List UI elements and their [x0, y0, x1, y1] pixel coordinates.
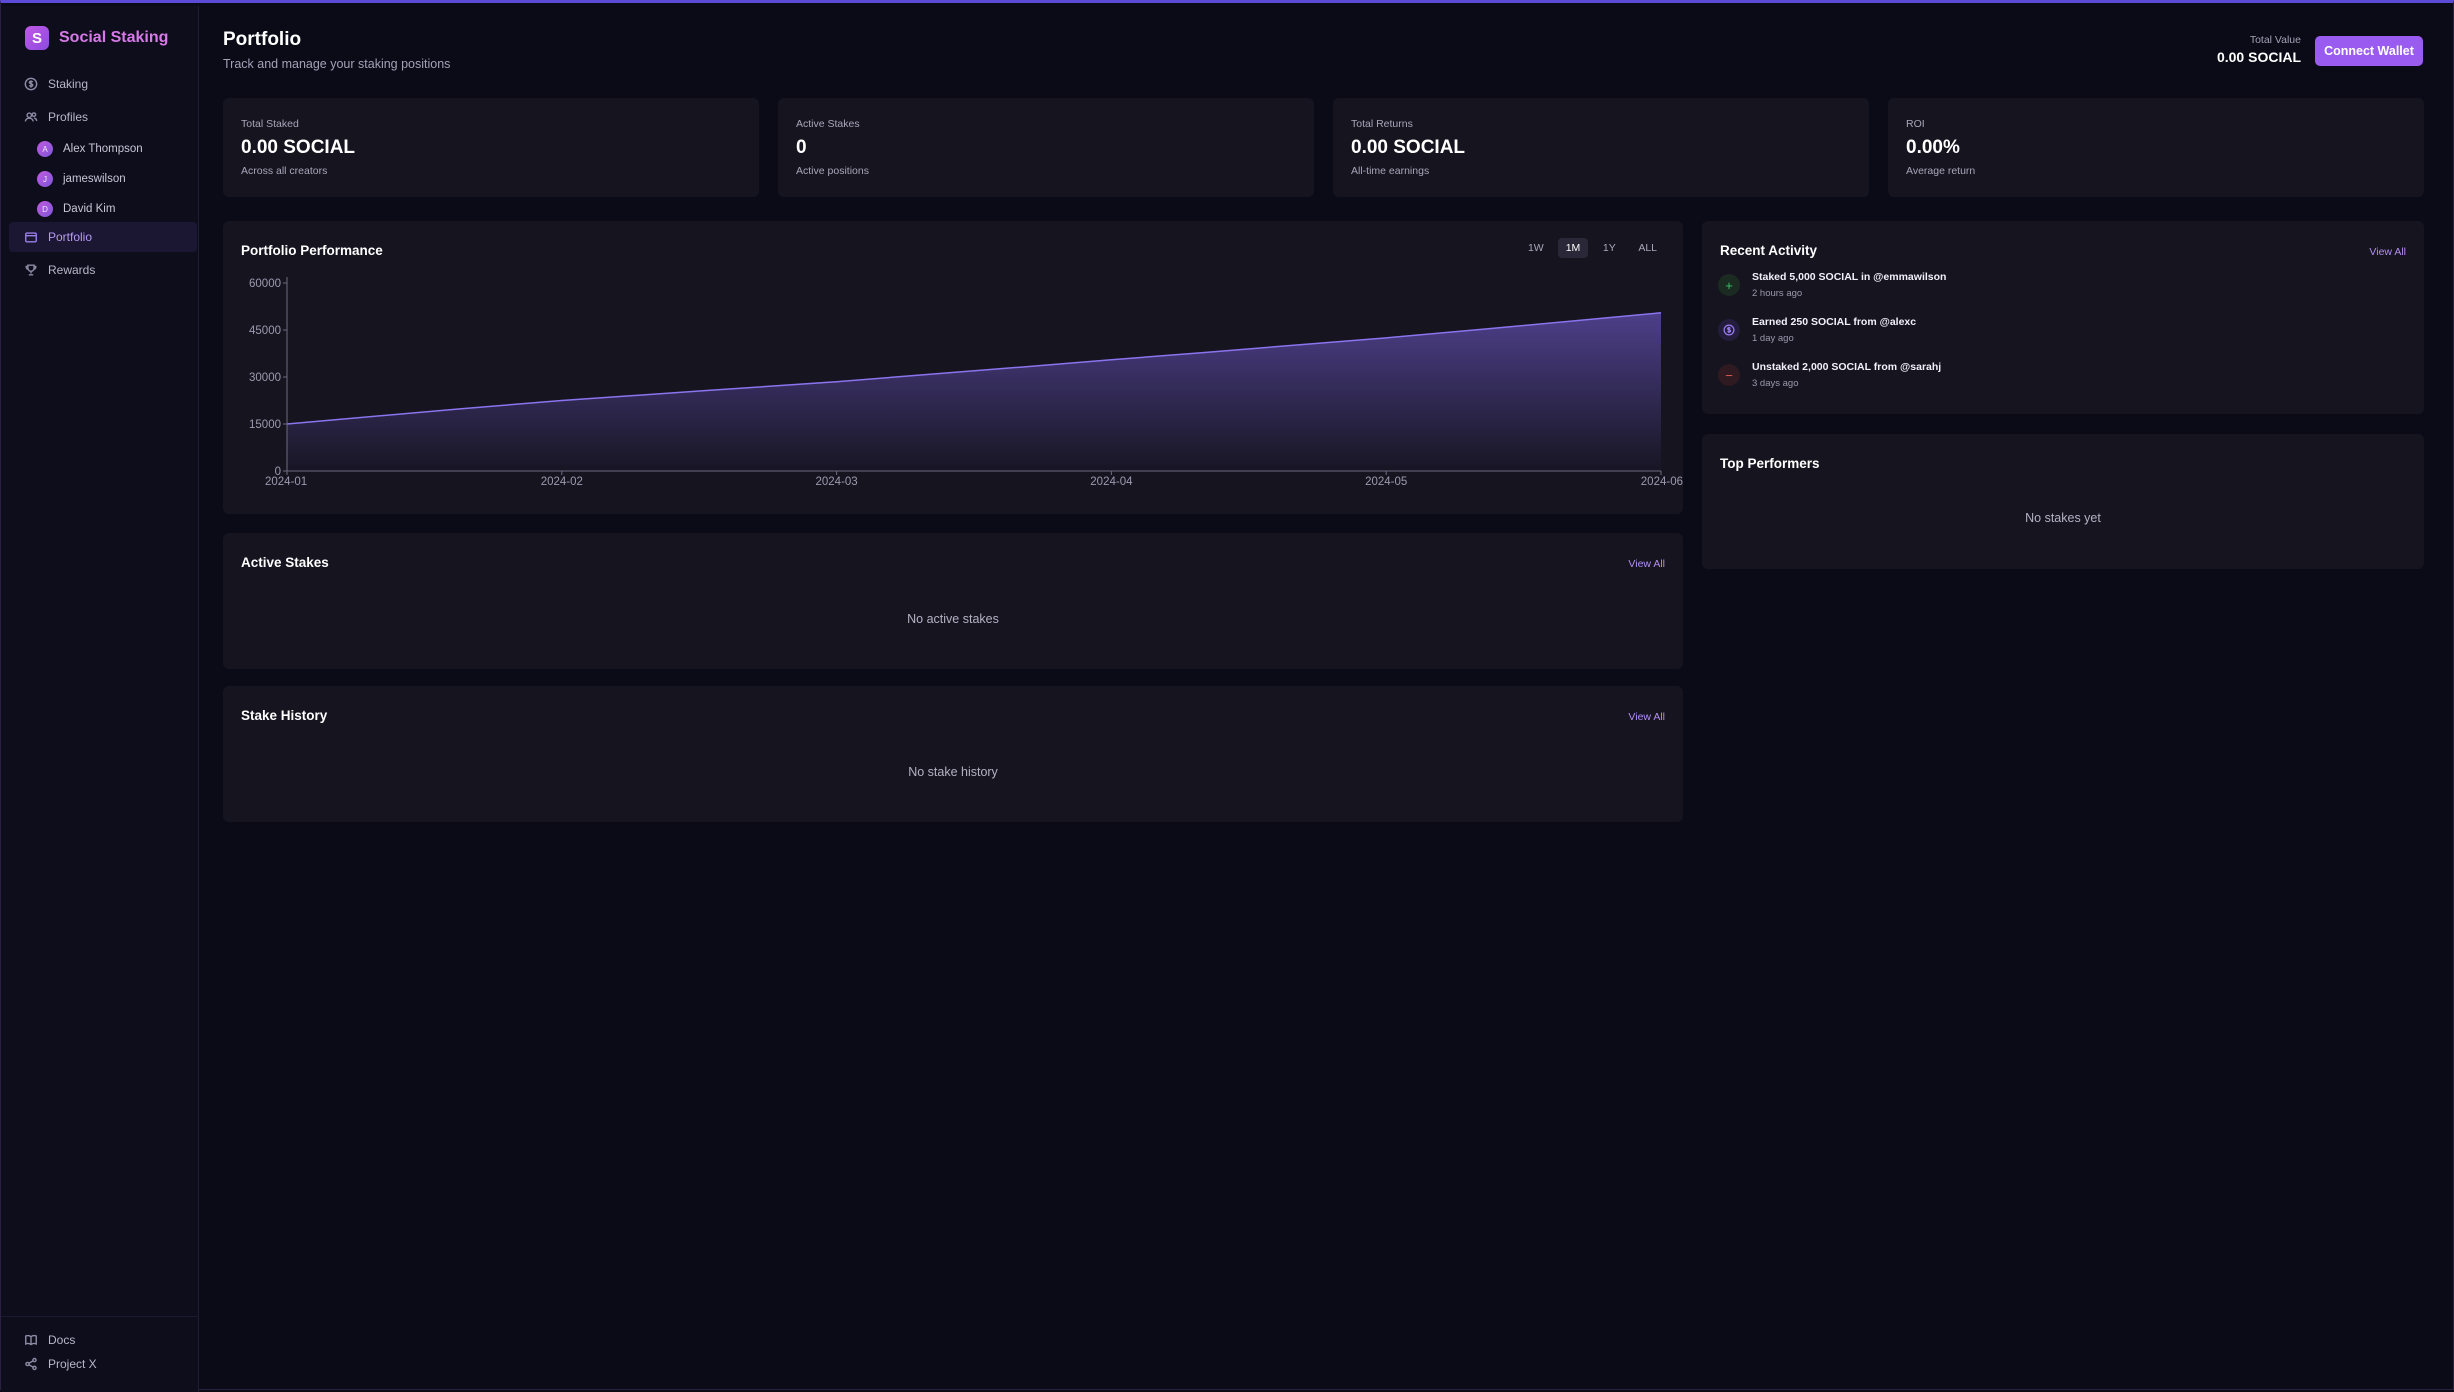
- profile-item-alex-thompson[interactable]: A Alex Thompson: [37, 137, 143, 161]
- active-stakes-card: Active Stakes View All No active stakes: [223, 533, 1683, 669]
- minus-icon: −: [1718, 364, 1740, 386]
- avatar: J: [37, 171, 53, 187]
- stat-subtext: All-time earnings: [1351, 165, 1430, 177]
- stat-card-active-stakes: Active Stakes 0 Active positions: [778, 98, 1314, 197]
- trophy-icon: [25, 264, 37, 276]
- area-fill: [287, 312, 1661, 471]
- sidebar-footer: Docs Project X: [1, 1316, 199, 1371]
- stake-history-view-all-link[interactable]: View All: [1628, 711, 1665, 723]
- performance-chart: 0150003000045000600002024-01 2024-02 2024-…: [249, 277, 1683, 488]
- activity-time: 1 day ago: [1752, 333, 1794, 344]
- dollar-circle-icon: [24, 77, 38, 91]
- x-tick-label: 2024-03: [815, 476, 857, 488]
- app-frame: S Social Staking Staking Profiles A Alex…: [0, 0, 2454, 1392]
- activity-text: Earned 250 SOCIAL from @alexc: [1752, 316, 1917, 328]
- total-value-amount: 0.00 SOCIAL: [2216, 49, 2301, 65]
- stat-card-total-returns: Total Returns 0.00 SOCIAL All-time earni…: [1333, 98, 1869, 197]
- stat-label: ROI: [1906, 118, 1925, 130]
- page-subtitle: Track and manage your staking positions: [223, 57, 451, 71]
- sidebar: S Social Staking Staking Profiles A Alex…: [1, 6, 199, 1392]
- y-tick-label: 15000: [249, 419, 281, 431]
- activity-text: Unstaked 2,000 SOCIAL from @sarahj: [1752, 361, 1942, 373]
- card-title: Top Performers: [1720, 456, 1820, 471]
- sidebar-item-label: Staking: [48, 77, 89, 91]
- sidebar-item-label: Project X: [48, 1357, 97, 1371]
- sidebar-item-rewards[interactable]: Rewards: [9, 255, 197, 285]
- activity-text: Staked 5,000 SOCIAL in @emmawilson: [1752, 271, 1947, 283]
- recent-activity-view-all-link[interactable]: View All: [2369, 246, 2406, 258]
- card-title: Recent Activity: [1720, 243, 1818, 258]
- activity-time: 2 hours ago: [1752, 288, 1803, 299]
- activity-time: 3 days ago: [1752, 378, 1799, 389]
- stat-value: 0.00 SOCIAL: [241, 137, 356, 158]
- stat-label: Total Returns: [1351, 118, 1413, 130]
- stake-history-empty-state: No stake history: [908, 765, 998, 779]
- y-tick-label: 60000: [249, 278, 281, 290]
- page-title: Portfolio: [223, 29, 302, 50]
- profile-name: David Kim: [63, 203, 116, 215]
- activity-item[interactable]: + Staked 5,000 SOCIAL in @emmawilson 2 h…: [1718, 270, 1946, 306]
- stat-value: 0.00 SOCIAL: [1351, 137, 1466, 158]
- brand[interactable]: S Social Staking: [25, 26, 168, 50]
- activity-content: Staked 5,000 SOCIAL in @emmawilson 2 hou…: [1752, 270, 1946, 306]
- users-icon: [24, 112, 38, 122]
- sidebar-item-portfolio[interactable]: Portfolio: [9, 222, 197, 252]
- top-performers-card: Top Performers No stakes yet: [1702, 434, 2424, 569]
- wallet-icon: [25, 232, 37, 243]
- stat-label: Total Staked: [241, 118, 299, 130]
- y-tick-label: 30000: [249, 372, 281, 384]
- connect-wallet-button[interactable]: Connect Wallet: [2315, 36, 2423, 66]
- x-tick-label: 2024-06: [1641, 476, 1683, 488]
- card-title: Active Stakes: [241, 555, 329, 570]
- book-icon: [25, 1334, 37, 1346]
- profile-item-david-kim[interactable]: D David Kim: [37, 197, 115, 221]
- top-performers-empty-state: No stakes yet: [2025, 511, 2101, 525]
- stake-history-card: Stake History View All No stake history: [223, 686, 1683, 822]
- x-tick-label: 2024-05: [1365, 476, 1407, 488]
- share-icon: [25, 1357, 37, 1371]
- sidebar-item-staking[interactable]: Staking: [9, 69, 197, 99]
- recent-activity-card: Recent Activity View All + Staked 5,000 …: [1702, 221, 2424, 414]
- x-tick-label: 2024-01: [265, 476, 307, 488]
- card-title: Stake History: [241, 708, 328, 723]
- stat-subtext: Average return: [1906, 165, 1976, 177]
- sidebar-item-project-x[interactable]: Project X: [9, 1349, 197, 1379]
- sidebar-item-label: Portfolio: [48, 230, 93, 244]
- plus-icon: +: [1718, 274, 1740, 296]
- stat-label: Active Stakes: [796, 118, 860, 130]
- active-stakes-empty-state: No active stakes: [907, 612, 999, 626]
- main-content: Portfolio Track and manage your staking …: [199, 6, 2453, 1389]
- stat-value: 0.00%: [1906, 137, 1960, 158]
- sidebar-item-label: Rewards: [48, 263, 96, 277]
- portfolio-performance-card: Portfolio Performance 1W 1M 1Y ALL 0 1500…: [223, 221, 1683, 514]
- stat-subtext: Active positions: [796, 165, 869, 177]
- stat-subtext: Across all creators: [241, 165, 328, 177]
- avatar: A: [37, 141, 53, 157]
- stat-card-total-staked: Total Staked 0.00 SOCIAL Across all crea…: [223, 98, 759, 197]
- x-tick-label: 2024-02: [541, 476, 583, 488]
- sidebar-item-label: Docs: [48, 1333, 76, 1347]
- stat-card-roi: ROI 0.00% Average return: [1888, 98, 2424, 197]
- total-value: Total Value 0.00 SOCIAL: [2217, 34, 2301, 65]
- total-value-label: Total Value: [2249, 34, 2301, 46]
- profile-name: Alex Thompson: [63, 143, 143, 155]
- activity-item[interactable]: − Unstaked 2,000 SOCIAL from @sarahj 3 d…: [1718, 360, 1941, 396]
- brand-logo: S: [25, 26, 49, 50]
- profile-name: jameswilson: [63, 173, 126, 185]
- avatar: D: [37, 201, 53, 217]
- activity-item[interactable]: Earned 250 SOCIAL from @alexc 1 day ago: [1718, 315, 1916, 351]
- sidebar-item-label: Profiles: [48, 110, 89, 124]
- sidebar-item-profiles[interactable]: Profiles: [9, 102, 197, 132]
- active-stakes-view-all-link[interactable]: View All: [1628, 558, 1665, 570]
- stat-value: 0: [796, 137, 807, 158]
- x-tick-label: 2024-04: [1090, 476, 1133, 488]
- profile-item-jameswilson[interactable]: J jameswilson: [37, 167, 126, 191]
- y-tick-label: 45000: [249, 325, 281, 337]
- brand-name: Social Staking: [59, 29, 169, 46]
- activity-content: Unstaked 2,000 SOCIAL from @sarahj 3 day…: [1752, 360, 1941, 396]
- dollar-circle-icon: [1718, 319, 1740, 341]
- activity-content: Earned 250 SOCIAL from @alexc 1 day ago: [1752, 315, 1916, 351]
